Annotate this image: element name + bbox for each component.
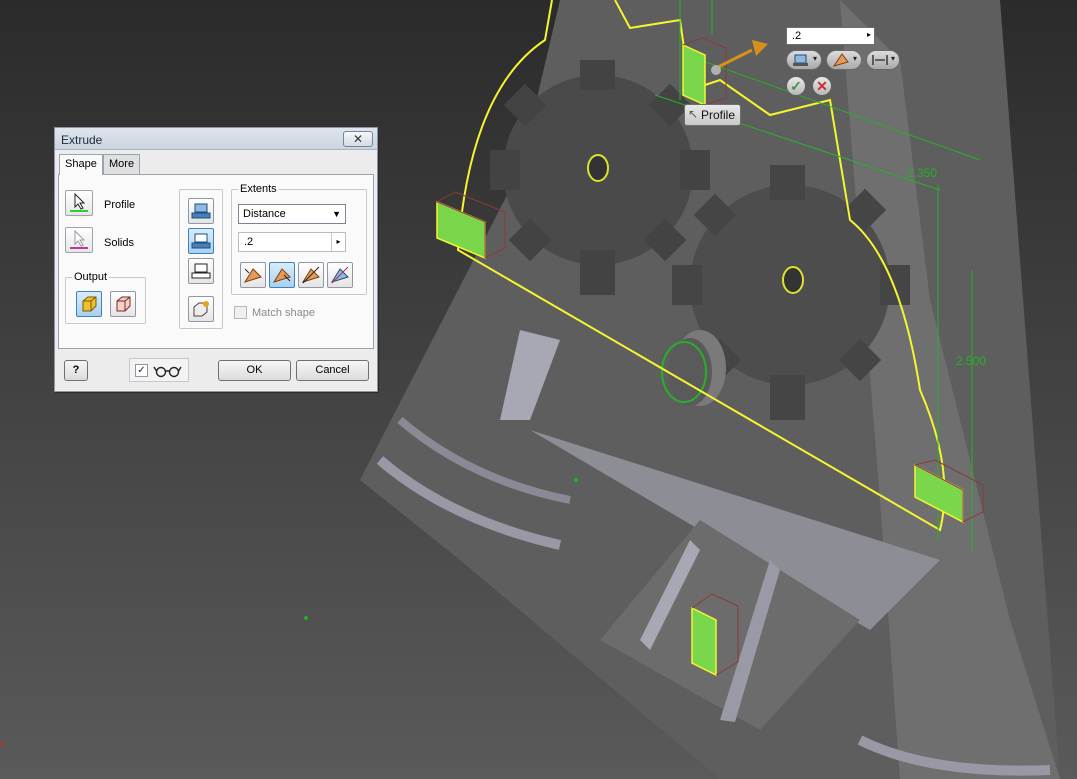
solids-label: Solids (104, 237, 134, 249)
operation-group (179, 189, 223, 329)
output-solid-button[interactable] (76, 291, 102, 317)
tooltip-label: Profile (701, 108, 736, 122)
operation-intersect-button[interactable] (188, 258, 214, 284)
surface-cube-icon (116, 296, 131, 312)
chevron-down-icon: ▾ (890, 54, 895, 63)
close-x-icon: ✕ (352, 132, 364, 146)
direction-symmetric-icon (301, 266, 320, 284)
chevron-right-icon[interactable]: ▸ (331, 233, 345, 251)
output-surface-button[interactable] (110, 291, 136, 317)
dialog-title: Extrude (61, 133, 103, 147)
check-icon: ✓ (790, 78, 802, 94)
dialog-titlebar[interactable]: Extrude ✕ (55, 128, 377, 150)
join-icon (191, 203, 211, 219)
direction-symmetric-button[interactable] (298, 262, 324, 288)
ok-button[interactable]: OK (218, 360, 291, 381)
output-group-title: Output (72, 271, 110, 283)
direction-flipped-button[interactable] (269, 262, 295, 288)
extents-group: Extents Distance ▼ .2 ▸ (231, 183, 367, 295)
mini-toolbar-extents-button[interactable]: ▾ (866, 50, 900, 70)
direction-asymmetric-icon (330, 266, 349, 284)
extrude-dialog: Extrude ✕ Shape More Profile Solids Outp… (54, 127, 378, 392)
cut-icon (191, 233, 211, 249)
cursor-arrow-icon: ↖ (688, 107, 699, 121)
sketch-point (304, 616, 308, 620)
mini-toolbar-cancel-button[interactable]: ✕ (812, 76, 832, 96)
preview-toggle-group: ✓ (129, 358, 189, 382)
mini-toolbar-ok-button[interactable]: ✓ (786, 76, 806, 96)
distance-value: .2 (244, 236, 254, 248)
solid-cube-icon (82, 296, 97, 312)
glasses-icon (153, 366, 182, 378)
match-shape-checkbox[interactable] (234, 306, 247, 319)
direction-flipped-icon (272, 268, 291, 283)
extrude-output-icon (793, 54, 808, 66)
shape-tab-panel: Profile Solids Output Extents Distance ▼… (58, 174, 374, 349)
extents-icon (872, 55, 888, 65)
solids-select-button[interactable] (65, 227, 93, 253)
profile-label: Profile (104, 199, 136, 211)
chevron-down-icon: ▼ (332, 209, 341, 219)
distance-input[interactable]: .2 ▸ (238, 232, 346, 252)
help-icon: ? (72, 364, 80, 376)
preview-checkbox[interactable]: ✓ (135, 364, 148, 377)
tab-shape[interactable]: Shape (59, 154, 103, 175)
sketch-point (574, 478, 578, 482)
direction-default-icon (243, 268, 262, 283)
extents-type-value: Distance (243, 208, 286, 220)
mini-toolbar-distance-input[interactable]: .2 ▸ (786, 27, 875, 45)
dimension-value-1[interactable]: 2.350 (907, 166, 937, 180)
chevron-down-icon: ▾ (812, 54, 817, 63)
intersect-icon (191, 263, 211, 279)
profile-tooltip: ↖ Profile (684, 104, 742, 126)
profile-select-button[interactable] (65, 190, 93, 216)
dimension-value-2[interactable]: 2.500 (956, 354, 986, 368)
mini-toolbar-direction-button[interactable]: ▾ (826, 50, 862, 70)
cancel-icon: ✕ (816, 78, 828, 94)
direction-default-button[interactable] (240, 262, 266, 288)
tab-more[interactable]: More (103, 154, 141, 174)
mini-toolbar-distance-value: .2 (792, 30, 802, 42)
extents-type-select[interactable]: Distance ▼ (238, 204, 346, 224)
operation-join-button[interactable] (188, 198, 214, 224)
match-shape-label: Match shape (252, 307, 315, 319)
profile-indicator-bar (70, 210, 88, 212)
chevron-down-icon: ▾ (852, 54, 857, 63)
direction-asymmetric-button[interactable] (327, 262, 353, 288)
axis-x-indicator: x (0, 738, 5, 749)
direction-icon (832, 53, 849, 67)
cancel-button[interactable]: Cancel (296, 360, 369, 381)
operation-new-solid-button[interactable] (188, 296, 214, 322)
dialog-close-button[interactable]: ✕ (343, 131, 373, 147)
extents-group-title: Extents (238, 183, 279, 195)
chevron-right-icon: ▸ (866, 30, 871, 39)
mini-toolbar-output-button[interactable]: ▾ (786, 50, 822, 70)
help-button[interactable]: ? (64, 360, 88, 381)
new-solid-icon (193, 301, 209, 317)
output-group: Output (65, 271, 146, 324)
operation-cut-button[interactable] (188, 228, 214, 254)
solids-indicator-bar (70, 247, 88, 249)
